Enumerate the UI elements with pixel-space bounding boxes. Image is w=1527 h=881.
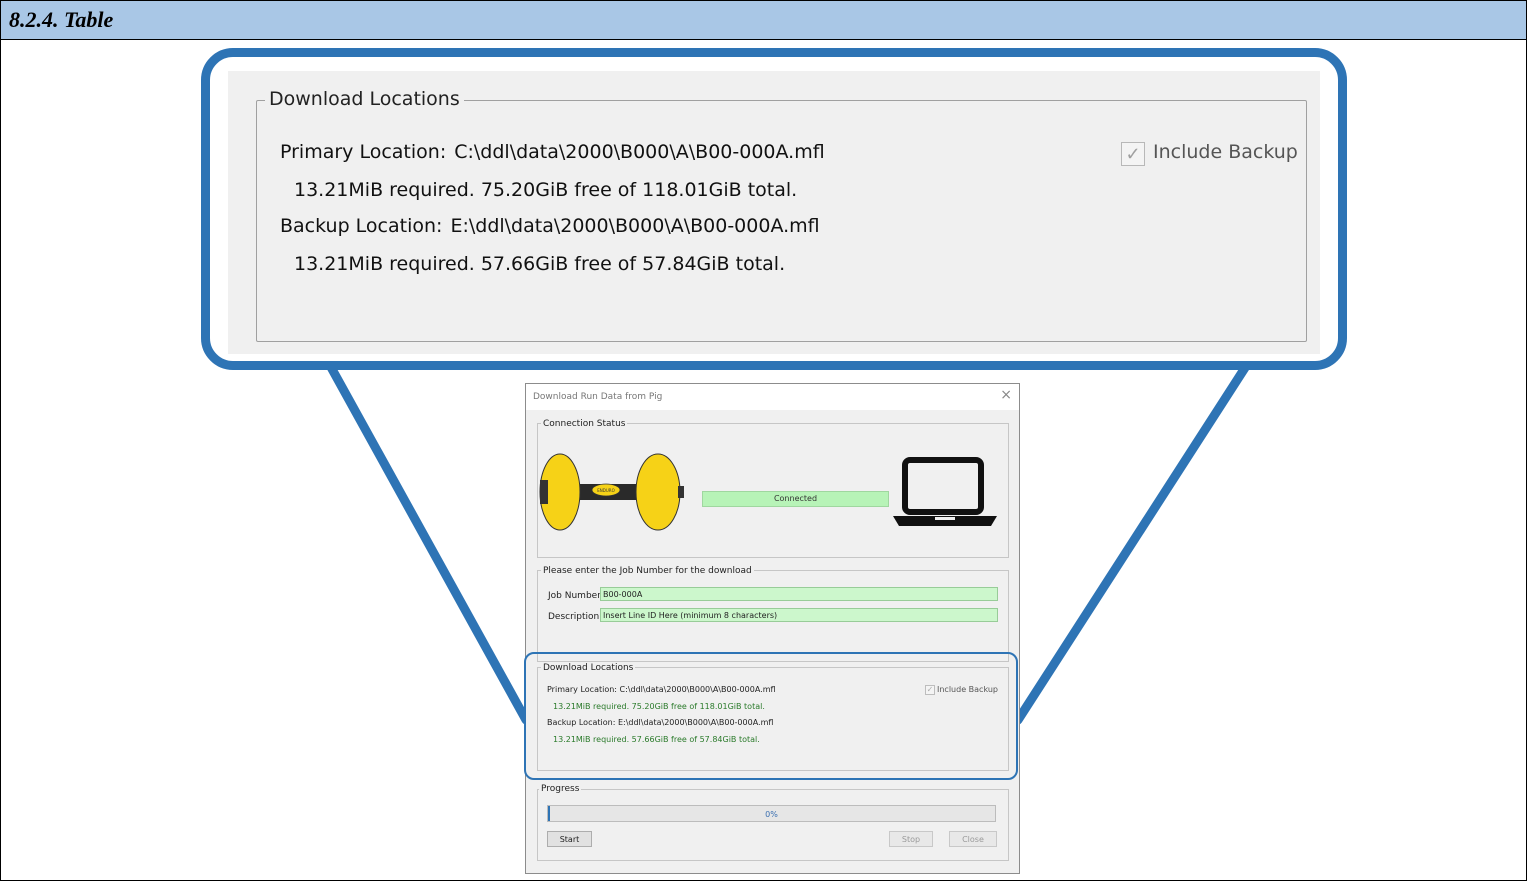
laptop-icon xyxy=(893,457,997,526)
close-button[interactable]: Close xyxy=(949,831,997,847)
description-field[interactable]: Insert Line ID Here (minimum 8 character… xyxy=(600,608,998,622)
zoom-primary-label: Primary Location: xyxy=(280,141,447,163)
job-number-field[interactable]: B00-000A xyxy=(600,587,998,601)
progress-bar-fill xyxy=(548,806,550,821)
start-button[interactable]: Start xyxy=(547,831,592,847)
zoom-backup-space: 13.21MiB required. 57.66GiB free of 57.8… xyxy=(294,253,786,275)
progress-group-title: Progress xyxy=(539,784,582,794)
description-label: Description: xyxy=(548,612,603,622)
zoom-primary-location-row: Primary Location: C:\ddl\data\2000\B000\A… xyxy=(280,141,825,163)
dialog-title: Download Run Data from Pig xyxy=(533,392,663,402)
checkmark-icon: ✓ xyxy=(1125,144,1141,164)
callout-connector-left xyxy=(322,355,531,725)
zoom-primary-space: 13.21MiB required. 75.20GiB free of 118.… xyxy=(294,179,798,201)
pig-badge-text: ENDURO xyxy=(597,488,614,493)
zoom-primary-path: C:\ddl\data\2000\B000\A\B00-000A.mfl xyxy=(454,141,825,163)
progress-bar: 0% xyxy=(547,805,996,822)
zoom-group-title: Download Locations xyxy=(265,88,464,110)
zoom-include-backup-label: Include Backup xyxy=(1153,141,1298,163)
close-icon[interactable]: × xyxy=(1000,387,1012,403)
zoom-backup-path: E:\ddl\data\2000\B000\A\B00-000A.mfl xyxy=(450,215,820,237)
progress-text: 0% xyxy=(765,810,778,819)
zoom-backup-location-row: Backup Location: E:\ddl\data\2000\B000\A\… xyxy=(280,215,820,237)
zoom-callout-panel: Download Locations Primary Location: C:\d… xyxy=(228,71,1320,354)
connection-status-title: Connection Status xyxy=(541,419,628,429)
download-locations-highlight xyxy=(524,652,1018,780)
job-number-group-title: Please enter the Job Number for the down… xyxy=(541,566,754,576)
zoom-backup-label: Backup Location: xyxy=(280,215,443,237)
dialog-title-bar: Download Run Data from Pig × xyxy=(526,384,1019,410)
zoom-callout: Download Locations Primary Location: C:\d… xyxy=(201,48,1347,370)
connection-status-bar: Connected xyxy=(702,491,889,507)
callout-connector-right xyxy=(1013,355,1255,725)
job-number-label: Job Number: xyxy=(548,591,604,601)
pig-device-icon: ENDURO xyxy=(539,453,684,531)
progress-group xyxy=(537,789,1009,861)
stop-button[interactable]: Stop xyxy=(889,831,933,847)
zoom-include-backup-checkbox[interactable]: ✓ xyxy=(1121,142,1145,166)
download-run-data-dialog: Download Run Data from Pig × Connection … xyxy=(525,383,1020,874)
